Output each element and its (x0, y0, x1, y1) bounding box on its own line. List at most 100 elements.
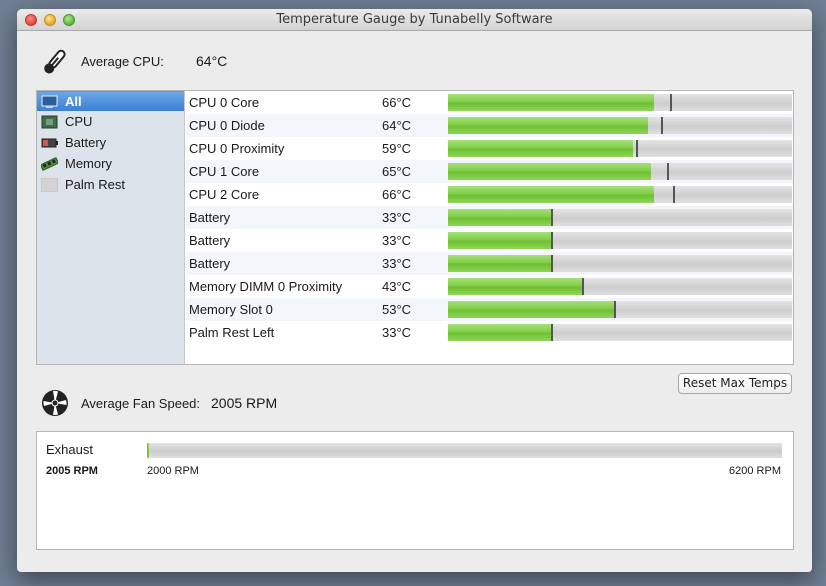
temperature-gauge-bar (448, 324, 792, 341)
sensor-temperature: 33°C (382, 256, 412, 271)
sensor-temperature: 64°C (382, 118, 412, 133)
average-cpu-summary: Average CPU: 64°C (39, 45, 339, 77)
sensor-name: Battery (189, 256, 231, 271)
temperature-gauge-bar (448, 186, 792, 203)
temperature-gauge-fill (448, 94, 654, 111)
fan-speed-fill (148, 443, 149, 458)
sidebar-item-memory[interactable]: Memory (37, 154, 184, 174)
max-temperature-marker (667, 163, 669, 180)
sensor-temperature: 65°C (382, 164, 412, 179)
fan-speed-bar (147, 443, 782, 458)
title-bar[interactable]: Temperature Gauge by Tunabelly Software (17, 9, 812, 31)
sensor-row[interactable]: Memory DIMM 0 Proximity 43°C (186, 275, 793, 298)
sidebar-item-palm-rest[interactable]: Palm Rest (37, 175, 184, 195)
sensor-category-sidebar: All CPU Battery Memory Palm Rest (37, 91, 185, 364)
sensor-temperature: 33°C (382, 325, 412, 340)
sidebar-item-cpu[interactable]: CPU (37, 112, 184, 132)
battery-icon (41, 138, 58, 148)
fan-icon (42, 390, 68, 416)
fan-panel: Exhaust 2005 RPM 2000 RPM 6200 RPM (36, 431, 794, 550)
temperature-gauge-fill (448, 186, 654, 203)
temperature-gauge-bar (448, 232, 792, 249)
temperature-gauge-fill (448, 232, 551, 249)
temperature-gauge-fill (448, 163, 651, 180)
sensor-panel: All CPU Battery Memory Palm Rest CPU 0 C… (36, 90, 794, 365)
fan-rpm: 2005 RPM (46, 465, 98, 477)
sensor-name: CPU 1 Core (189, 164, 260, 179)
fan-name: Exhaust (46, 442, 93, 457)
sensor-row[interactable]: CPU 2 Core 66°C (186, 183, 793, 206)
sensor-row[interactable]: CPU 0 Proximity 59°C (186, 137, 793, 160)
max-temperature-marker (661, 117, 663, 134)
temperature-gauge-fill (448, 140, 633, 157)
temperature-gauge-bar (448, 301, 792, 318)
sensor-name: Memory DIMM 0 Proximity (189, 279, 343, 294)
sensor-name: Battery (189, 233, 231, 248)
reset-max-temps-button[interactable]: Reset Max Temps (678, 373, 792, 394)
average-fan-value: 2005 RPM (211, 395, 278, 411)
zoom-window-button[interactable] (63, 14, 75, 26)
sidebar-item-battery[interactable]: Battery (37, 133, 184, 153)
max-temperature-marker (614, 301, 616, 318)
max-temperature-marker (670, 94, 672, 111)
max-temperature-marker (551, 209, 553, 226)
temperature-gauge-bar (448, 94, 792, 111)
temperature-gauge-bar (448, 278, 792, 295)
max-temperature-marker (582, 278, 584, 295)
sensor-temperature: 66°C (382, 187, 412, 202)
sensor-temperature: 33°C (382, 233, 412, 248)
sensor-temperature: 33°C (382, 210, 412, 225)
max-temperature-marker (551, 324, 553, 341)
sensor-name: CPU 0 Proximity (189, 141, 285, 156)
sensor-row[interactable]: Battery 33°C (186, 252, 793, 275)
max-temperature-marker (673, 186, 675, 203)
temperature-gauge-fill (448, 301, 614, 318)
sidebar-item-label: CPU (65, 114, 93, 129)
temperature-gauge-fill (448, 324, 551, 341)
cpu-chip-icon (41, 115, 58, 129)
close-window-button[interactable] (25, 14, 37, 26)
sensor-name: CPU 0 Core (189, 95, 260, 110)
temperature-gauge-bar (448, 163, 792, 180)
sidebar-item-label: All (65, 94, 82, 109)
sidebar-item-all[interactable]: All (37, 91, 184, 111)
app-window: Temperature Gauge by Tunabelly Software … (17, 9, 812, 572)
sensor-temperature: 53°C (382, 302, 412, 317)
max-temperature-marker (551, 255, 553, 272)
sensor-row[interactable]: Palm Rest Left 33°C (186, 321, 793, 344)
sidebar-item-label: Memory (65, 156, 112, 171)
palm-rest-icon (41, 178, 58, 192)
temperature-gauge-fill (448, 255, 551, 272)
sensor-name: CPU 0 Diode (189, 118, 265, 133)
memory-module-icon (41, 157, 58, 171)
sensor-row[interactable]: Battery 33°C (186, 229, 793, 252)
temperature-gauge-fill (448, 278, 582, 295)
sensor-name: CPU 2 Core (189, 187, 260, 202)
monitor-icon (41, 95, 58, 108)
sensor-row[interactable]: Memory Slot 0 53°C (186, 298, 793, 321)
sensor-row[interactable]: CPU 1 Core 65°C (186, 160, 793, 183)
sensor-temperature: 66°C (382, 95, 412, 110)
average-cpu-label: Average CPU: (81, 54, 164, 69)
sensor-name: Memory Slot 0 (189, 302, 273, 317)
sensor-temperature: 59°C (382, 141, 412, 156)
sensor-row[interactable]: CPU 0 Core 66°C (186, 91, 793, 114)
max-temperature-marker (551, 232, 553, 249)
temperature-gauge-fill (448, 117, 648, 134)
average-fan-label: Average Fan Speed: (81, 396, 201, 411)
max-temperature-marker (636, 140, 638, 157)
sensor-row[interactable]: Battery 33°C (186, 206, 793, 229)
temperature-gauge-bar (448, 140, 792, 157)
sensor-table: CPU 0 Core 66°C CPU 0 Diode 64°C CPU 0 Proxi… (186, 91, 793, 364)
minimize-window-button[interactable] (44, 14, 56, 26)
sensor-name: Battery (189, 210, 231, 225)
sidebar-item-label: Palm Rest (65, 177, 125, 192)
sensor-name: Palm Rest Left (189, 325, 275, 340)
temperature-gauge-fill (448, 209, 551, 226)
sidebar-item-label: Battery (65, 135, 107, 150)
temperature-gauge-bar (448, 117, 792, 134)
temperature-gauge-bar (448, 209, 792, 226)
sensor-row[interactable]: CPU 0 Diode 64°C (186, 114, 793, 137)
average-cpu-value: 64°C (196, 53, 228, 69)
sensor-temperature: 43°C (382, 279, 412, 294)
